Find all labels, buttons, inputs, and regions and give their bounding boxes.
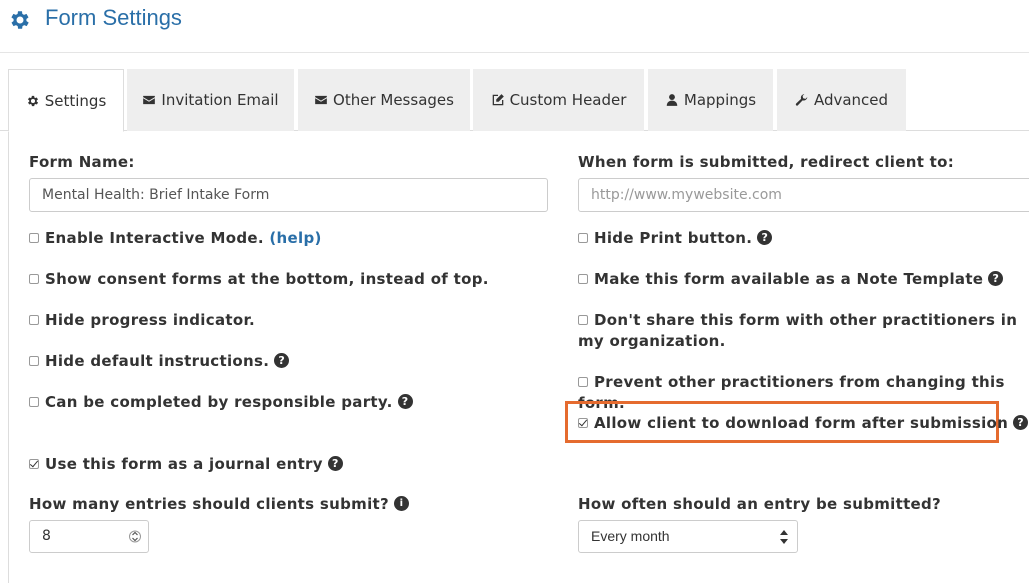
- frequency-select[interactable]: Every month: [578, 520, 798, 553]
- option-label: Hide progress indicator.: [45, 311, 255, 329]
- entries-value: 8: [42, 528, 51, 544]
- help-link[interactable]: (help): [269, 229, 321, 247]
- gear-icon: [11, 11, 29, 29]
- tab-mappings[interactable]: Mappings: [648, 69, 773, 131]
- question-circle-icon[interactable]: ?: [397, 394, 413, 409]
- tab-advanced[interactable]: Advanced: [777, 69, 906, 131]
- checkbox-checked[interactable]: [578, 417, 588, 428]
- option-label: Make this form available as a Note Templ…: [594, 270, 984, 288]
- question-circle-icon[interactable]: ?: [757, 230, 773, 245]
- checkbox[interactable]: [29, 314, 39, 325]
- checkbox[interactable]: [29, 355, 39, 366]
- option-hide-progress[interactable]: Hide progress indicator.: [29, 310, 549, 331]
- option-hide-instructions[interactable]: Hide default instructions.?: [29, 351, 549, 372]
- user-icon: [666, 94, 678, 106]
- checkbox[interactable]: [29, 273, 39, 284]
- option-label: Hide default instructions.: [45, 352, 270, 370]
- option-label: Enable Interactive Mode.: [45, 229, 264, 247]
- checkbox[interactable]: [578, 273, 588, 284]
- option-journal-entry[interactable]: Use this form as a journal entry?: [29, 454, 549, 475]
- tab-label: Custom Header: [509, 91, 627, 109]
- option-hide-print[interactable]: Hide Print button.?: [578, 228, 1018, 249]
- option-label: Show consent forms at the bottom, instea…: [45, 270, 489, 288]
- checkbox[interactable]: [29, 396, 39, 407]
- tab-label: Advanced: [813, 91, 889, 109]
- tab-custom-header[interactable]: Custom Header: [473, 69, 644, 131]
- entries-stepper[interactable]: 8: [29, 520, 149, 553]
- option-note-template[interactable]: Make this form available as a Note Templ…: [578, 269, 1018, 290]
- frequency-selected: Every month: [591, 528, 670, 544]
- panel-border: [8, 130, 9, 583]
- question-circle-icon[interactable]: ?: [1013, 415, 1029, 430]
- edit-icon: [492, 94, 504, 106]
- tab-label: Invitation Email: [161, 91, 279, 109]
- redirect-url-input[interactable]: http://www.mywebsite.com: [578, 178, 1029, 212]
- option-label: Don't share this form with other practit…: [578, 311, 1018, 350]
- tab-other-messages[interactable]: Other Messages: [298, 69, 470, 131]
- tab-label: Other Messages: [333, 91, 454, 109]
- option-label: Can be completed by responsible party.: [45, 393, 393, 411]
- envelope-icon: [143, 95, 156, 105]
- entries-label: How many entries should clients submit? i: [29, 495, 409, 513]
- redirect-label: When form is submitted, redirect client …: [578, 153, 955, 171]
- option-responsible-party[interactable]: Can be completed by responsible party.?: [29, 392, 549, 413]
- checkbox[interactable]: [29, 232, 39, 243]
- option-label: Allow client to download form after subm…: [594, 414, 1009, 432]
- option-label: Use this form as a journal entry: [45, 455, 323, 473]
- tab-settings[interactable]: Settings: [8, 69, 124, 132]
- spinner-arrows-icon[interactable]: [129, 527, 141, 546]
- form-name-input[interactable]: Mental Health: Brief Intake Form: [29, 178, 548, 212]
- tab-label: Settings: [44, 91, 107, 110]
- question-circle-icon[interactable]: ?: [274, 353, 290, 368]
- page-title: Form Settings: [45, 5, 182, 30]
- page-header: Form Settings: [0, 0, 1029, 53]
- tab-label: Mappings: [683, 91, 757, 109]
- info-circle-icon[interactable]: i: [393, 496, 409, 511]
- form-name-label: Form Name:: [29, 153, 135, 171]
- option-allow-download[interactable]: Allow client to download form after subm…: [578, 413, 1029, 434]
- question-circle-icon[interactable]: ?: [988, 271, 1004, 286]
- gear-icon: [27, 95, 38, 106]
- wrench-icon: [795, 94, 808, 106]
- question-circle-icon[interactable]: ?: [327, 456, 343, 471]
- entries-label-text: How many entries should clients submit?: [29, 495, 389, 513]
- checkbox[interactable]: [578, 314, 588, 325]
- tab-invitation-email[interactable]: Invitation Email: [127, 69, 294, 131]
- envelope-icon: [315, 95, 327, 105]
- option-dont-share[interactable]: Don't share this form with other practit…: [578, 310, 1018, 352]
- checkbox[interactable]: [578, 376, 588, 387]
- option-label: Hide Print button.: [594, 229, 753, 247]
- frequency-label: How often should an entry be submitted?: [578, 495, 942, 513]
- option-interactive-mode[interactable]: Enable Interactive Mode. (help): [29, 228, 549, 249]
- option-consent-bottom[interactable]: Show consent forms at the bottom, instea…: [29, 269, 549, 290]
- checkbox-checked[interactable]: [29, 458, 39, 469]
- checkbox[interactable]: [578, 232, 588, 243]
- select-arrows-icon: [780, 530, 788, 544]
